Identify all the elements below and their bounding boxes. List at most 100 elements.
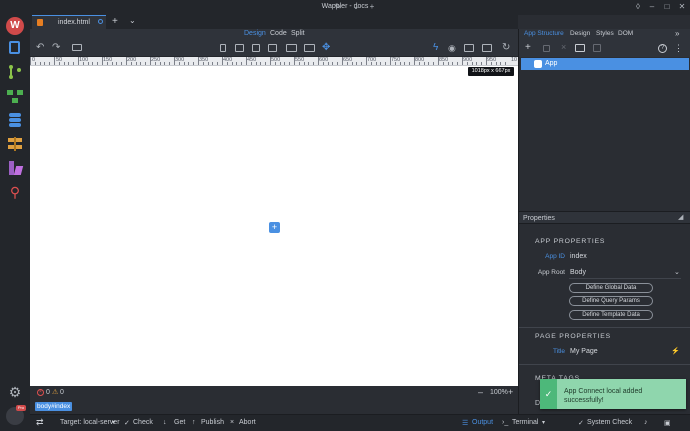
right-panel: App Structure Design Styles DOM » + × ? … xyxy=(518,29,690,414)
chevron-down-icon[interactable]: ⌄ xyxy=(351,2,361,12)
help-icon[interactable]: ? xyxy=(658,44,667,53)
screenshot-camera-icon[interactable] xyxy=(72,44,82,51)
ruler-tick xyxy=(270,57,271,65)
database-icon[interactable] xyxy=(6,111,24,129)
output-icon[interactable]: ☰ xyxy=(462,419,468,427)
tree-node-app[interactable]: App xyxy=(521,58,689,70)
terminal-chevron-icon[interactable]: ▾ xyxy=(542,419,545,426)
add-component-button[interactable]: + xyxy=(269,222,280,233)
properties-collapse-icon[interactable]: ◢ xyxy=(678,213,683,221)
title-field[interactable]: My Page xyxy=(570,348,598,355)
target-chevron-icon[interactable]: ▾ xyxy=(112,419,115,426)
tab-app-structure[interactable]: App Structure xyxy=(524,30,564,37)
target-select[interactable]: Target: local-server xyxy=(60,419,120,426)
avatar[interactable]: Pro xyxy=(6,405,26,425)
zoom-out-icon[interactable]: – xyxy=(478,387,483,397)
notifications-bell-icon[interactable]: ♪ xyxy=(644,419,648,426)
tab-dom[interactable]: DOM xyxy=(618,30,633,37)
preview-eye-icon[interactable]: ◉ xyxy=(448,43,456,54)
close-icon[interactable]: ✕ xyxy=(677,2,687,12)
system-check-icon[interactable]: ✓ xyxy=(578,419,584,427)
paste-icon[interactable] xyxy=(593,44,601,52)
tab-index-html[interactable]: index.html xyxy=(32,15,106,29)
publish-button[interactable]: Publish xyxy=(201,419,224,426)
redo-icon[interactable]: ↷ xyxy=(52,42,60,53)
layout-icon[interactable]: ▣ xyxy=(664,419,671,427)
mode-code[interactable]: Code xyxy=(270,30,287,37)
add-project-icon[interactable]: + xyxy=(367,2,377,12)
device-phone-landscape-icon[interactable] xyxy=(235,44,244,52)
lightning-icon[interactable]: ϟ xyxy=(433,42,438,53)
publish-icon[interactable]: ↑ xyxy=(192,419,196,426)
error-icon[interactable]: × xyxy=(37,389,44,396)
device-desktop-icon[interactable] xyxy=(286,44,297,52)
breadcrumb[interactable]: body#index xyxy=(35,402,73,411)
device-laptop-icon[interactable] xyxy=(268,44,277,52)
git-icon[interactable] xyxy=(6,63,24,81)
sync-icon[interactable]: ⇄ xyxy=(36,417,44,428)
minimize-icon[interactable]: – xyxy=(647,2,657,12)
wappler-logo-icon[interactable]: W xyxy=(6,17,24,35)
ruler-tick xyxy=(361,62,363,65)
ruler-tick xyxy=(82,62,84,65)
app-id-field[interactable]: index xyxy=(570,253,587,260)
settings-gear-icon[interactable]: ⚙ xyxy=(6,383,24,401)
zoom-in-icon[interactable]: + xyxy=(508,387,513,397)
define-global-data-button[interactable]: Define Global Data xyxy=(569,283,653,293)
get-icon[interactable]: ↓ xyxy=(163,419,167,426)
pages-icon[interactable] xyxy=(6,39,24,57)
delete-icon[interactable]: × xyxy=(561,42,566,52)
tab-list-chevron-icon[interactable]: ⌄ xyxy=(129,16,136,25)
app-root-select[interactable]: Body xyxy=(570,269,586,276)
device-tablet-icon[interactable] xyxy=(252,44,260,52)
device-wide-desktop-icon[interactable] xyxy=(304,44,315,52)
edit-icon[interactable]: ✎ xyxy=(333,2,343,12)
open-browser-icon[interactable] xyxy=(464,44,474,52)
success-toast[interactable]: ✓ App Connect local added successfully! xyxy=(540,379,686,409)
workflows-icon[interactable] xyxy=(6,87,24,105)
mode-split[interactable]: Split xyxy=(291,30,305,37)
terminal-tab[interactable]: Terminal xyxy=(512,419,538,426)
tab-design[interactable]: Design xyxy=(570,30,590,37)
check-icon[interactable]: ✓ xyxy=(124,419,130,427)
mode-design[interactable]: Design xyxy=(244,30,266,37)
warning-icon[interactable]: ⚠ xyxy=(52,388,58,396)
define-template-data-button[interactable]: Define Template Data xyxy=(569,310,653,320)
abort-button[interactable]: Abort xyxy=(239,419,256,426)
define-query-params-button[interactable]: Define Query Params xyxy=(569,296,653,306)
search-icon[interactable]: ⚲ xyxy=(6,183,24,201)
device-phone-icon[interactable] xyxy=(220,44,226,52)
get-button[interactable]: Get xyxy=(174,419,185,426)
tab-styles[interactable]: Styles xyxy=(596,30,614,37)
collapse-panel-icon[interactable]: » xyxy=(675,29,679,38)
ruler-tick xyxy=(246,57,247,65)
resources-icon[interactable] xyxy=(6,135,24,153)
app-root-chevron-icon[interactable]: ⌄ xyxy=(674,268,680,276)
assets-icon[interactable] xyxy=(6,159,24,177)
terminal-icon[interactable]: ›_ xyxy=(502,419,508,426)
ruler-tick xyxy=(150,57,151,65)
add-node-icon[interactable]: + xyxy=(525,42,531,53)
output-tab[interactable]: Output xyxy=(472,419,493,426)
undo-icon[interactable]: ↶ xyxy=(36,42,44,53)
ruler-tick xyxy=(126,57,127,65)
external-preview-icon[interactable] xyxy=(482,44,492,52)
more-options-icon[interactable]: ⋮ xyxy=(674,43,683,54)
check-button[interactable]: Check xyxy=(133,419,153,426)
new-tab-icon[interactable]: + xyxy=(112,16,118,27)
zoom-level[interactable]: 100% xyxy=(490,389,508,396)
maximize-icon[interactable]: □ xyxy=(662,2,672,12)
dynamic-data-icon[interactable]: ⚡ xyxy=(671,347,680,355)
abort-icon[interactable]: × xyxy=(230,419,234,426)
ruler-tick xyxy=(375,62,377,65)
copy-icon[interactable] xyxy=(543,45,550,52)
ruler-tick xyxy=(207,62,209,65)
tab-close-icon[interactable] xyxy=(98,19,103,24)
droplet-icon[interactable]: ◊ xyxy=(633,2,643,12)
view-mode-bar: Design Code Split xyxy=(30,29,518,40)
hierarchy-icon[interactable] xyxy=(575,44,585,52)
move-arrows-icon[interactable]: ✥ xyxy=(322,42,330,53)
system-check-button[interactable]: System Check xyxy=(587,419,632,426)
refresh-icon[interactable]: ↻ xyxy=(502,42,510,53)
app-id-label: App ID xyxy=(545,253,565,260)
